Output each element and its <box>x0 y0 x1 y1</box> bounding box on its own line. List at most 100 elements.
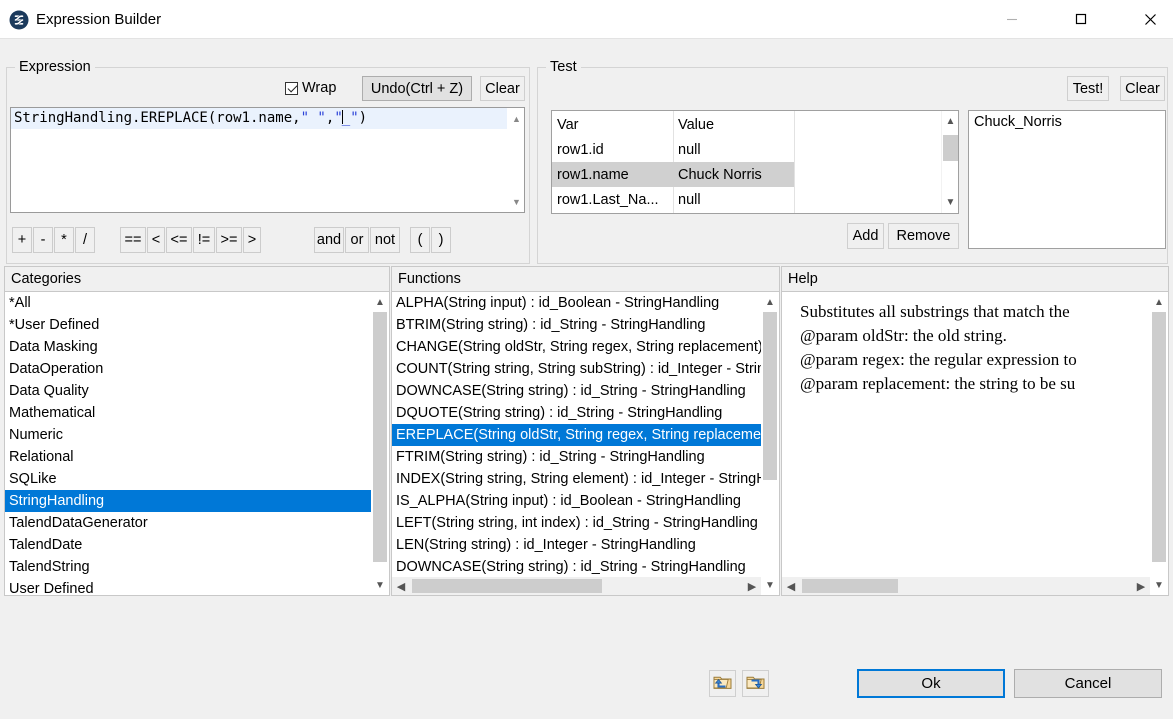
function-list-item[interactable]: DQUOTE(String string) : id_String - Stri… <box>392 402 761 424</box>
function-list-item[interactable]: LEN(String string) : id_Integer - String… <box>392 534 761 556</box>
help-horizontal-scrollbar[interactable]: ◀ ▶ <box>782 577 1150 595</box>
expression-editor[interactable]: StringHandling.EREPLACE(row1.name," ","_… <box>10 107 525 213</box>
chevron-up-icon[interactable]: ▲ <box>761 293 779 311</box>
help-text-line: @param regex: the regular expression to <box>800 348 1150 372</box>
chevron-left-icon[interactable]: ◀ <box>782 577 800 595</box>
category-list-item[interactable]: Mathematical <box>5 402 371 424</box>
chevron-up-icon[interactable]: ▲ <box>1150 293 1168 311</box>
function-list-item[interactable]: LEFT(String string, int index) : id_Stri… <box>392 512 761 534</box>
add-variable-button[interactable]: Add <box>847 223 884 249</box>
test-table-scrollbar[interactable]: ▲ ▼ <box>941 111 958 213</box>
operator-button-divide[interactable]: / <box>75 227 95 253</box>
category-list-item[interactable]: TalendString <box>5 556 371 578</box>
help-text-line: Substitutes all substrings that match th… <box>800 300 1150 324</box>
operator-button-lt[interactable]: < <box>147 227 165 253</box>
scrollbar-thumb[interactable] <box>943 135 958 161</box>
operator-button-or[interactable]: or <box>345 227 369 253</box>
chevron-right-icon[interactable]: ▶ <box>1132 577 1150 595</box>
chevron-down-icon[interactable]: ▼ <box>508 193 525 210</box>
category-list-item[interactable]: StringHandling <box>5 490 371 512</box>
operator-button-rparen[interactable]: ) <box>431 227 451 253</box>
category-list-item[interactable]: Relational <box>5 446 371 468</box>
cell-var: row1.id <box>552 142 673 158</box>
import-expressions-button[interactable] <box>709 670 736 697</box>
category-list-item[interactable]: Data Quality <box>5 380 371 402</box>
function-list-item[interactable]: COUNT(String string, String subString) :… <box>392 358 761 380</box>
category-list-item[interactable]: Data Masking <box>5 336 371 358</box>
test-variables-table[interactable]: VarValuerow1.idnullrow1.nameChuck Norris… <box>551 110 959 214</box>
category-list-item[interactable]: DataOperation <box>5 358 371 380</box>
chevron-down-icon[interactable]: ▼ <box>1150 576 1168 594</box>
undo-button[interactable]: Undo(Ctrl + Z) <box>362 76 472 101</box>
expression-suffix: ) <box>359 110 367 126</box>
functions-list[interactable]: ALPHA(String input) : id_Boolean - Strin… <box>392 292 779 595</box>
function-list-item[interactable]: DOWNCASE(String string) : id_String - St… <box>392 380 761 402</box>
scrollbar-thumb[interactable] <box>412 579 602 593</box>
categories-list[interactable]: *All*User DefinedData MaskingDataOperati… <box>5 292 389 595</box>
scrollbar-thumb[interactable] <box>763 312 777 480</box>
cell-value: null <box>673 142 794 158</box>
table-row[interactable]: row1.nameChuck Norris <box>552 162 958 187</box>
test-run-button[interactable]: Test! <box>1067 76 1109 101</box>
chevron-left-icon[interactable]: ◀ <box>392 577 410 595</box>
category-list-item[interactable]: TalendDate <box>5 534 371 556</box>
function-list-item[interactable]: CHANGE(String oldStr, String regex, Stri… <box>392 336 761 358</box>
operator-button-gte[interactable]: >= <box>216 227 242 253</box>
function-list-item[interactable]: BTRIM(String string) : id_String - Strin… <box>392 314 761 336</box>
chevron-down-icon[interactable]: ▼ <box>371 576 389 594</box>
operator-button-lte[interactable]: <= <box>166 227 192 253</box>
clear-test-button[interactable]: Clear <box>1120 76 1165 101</box>
operator-button-and[interactable]: and <box>314 227 344 253</box>
help-text-line: @param oldStr: the old string. <box>800 324 1150 348</box>
help-vertical-scrollbar[interactable]: ▲ ▼ <box>1150 292 1168 595</box>
operator-button-neq[interactable]: != <box>193 227 215 253</box>
scrollbar-thumb[interactable] <box>373 312 387 562</box>
maximize-button[interactable] <box>1058 0 1104 38</box>
scrollbar-thumb[interactable] <box>1152 312 1166 562</box>
export-expressions-button[interactable] <box>742 670 769 697</box>
function-list-item[interactable]: EREPLACE(String oldStr, String regex, St… <box>392 424 761 446</box>
category-list-item[interactable]: Numeric <box>5 424 371 446</box>
operator-button-plus[interactable]: + <box>12 227 32 253</box>
function-list-item[interactable]: ALPHA(String input) : id_Boolean - Strin… <box>392 292 761 314</box>
chevron-up-icon[interactable]: ▲ <box>942 113 959 130</box>
category-list-item[interactable]: User Defined <box>5 578 371 595</box>
chevron-up-icon[interactable]: ▲ <box>371 293 389 311</box>
functions-vertical-scrollbar[interactable]: ▲ ▼ <box>761 292 779 595</box>
chevron-down-icon[interactable]: ▼ <box>761 576 779 594</box>
clear-expression-button[interactable]: Clear <box>480 76 525 101</box>
operator-button-not[interactable]: not <box>370 227 400 253</box>
minimize-button[interactable] <box>989 0 1035 38</box>
chevron-right-icon[interactable]: ▶ <box>743 577 761 595</box>
expression-editor-scrollbar[interactable]: ▲ ▼ <box>507 108 524 212</box>
function-list-item[interactable]: FTRIM(String string) : id_String - Strin… <box>392 446 761 468</box>
wrap-checkbox[interactable]: Wrap <box>285 80 336 96</box>
category-list-item[interactable]: *User Defined <box>5 314 371 336</box>
operator-button-gt[interactable]: > <box>243 227 261 253</box>
operator-button-lparen[interactable]: ( <box>410 227 430 253</box>
category-list-item[interactable]: *All <box>5 292 371 314</box>
operator-button-minus[interactable]: - <box>33 227 53 253</box>
remove-variable-button[interactable]: Remove <box>888 223 959 249</box>
close-button[interactable] <box>1127 0 1173 38</box>
cancel-button[interactable]: Cancel <box>1014 669 1162 698</box>
table-header-row: VarValue <box>552 112 958 137</box>
ok-button[interactable]: Ok <box>857 669 1005 698</box>
operator-button-times[interactable]: * <box>54 227 74 253</box>
categories-panel: Categories *All*User DefinedData Masking… <box>4 266 390 596</box>
table-row[interactable]: row1.Last_Na...null <box>552 187 958 212</box>
chevron-down-icon[interactable]: ▼ <box>942 194 959 211</box>
categories-scrollbar[interactable]: ▲ ▼ <box>371 292 389 595</box>
cell-var: row1.Last_Na... <box>552 192 673 208</box>
operator-button-eq[interactable]: == <box>120 227 146 253</box>
function-list-item[interactable]: IS_ALPHA(String input) : id_Boolean - St… <box>392 490 761 512</box>
function-list-item[interactable]: DOWNCASE(String string) : id_String - St… <box>392 556 761 577</box>
category-list-item[interactable]: TalendDataGenerator <box>5 512 371 534</box>
expression-arg-space: " " <box>301 110 326 126</box>
table-row[interactable]: row1.idnull <box>552 137 958 162</box>
scrollbar-thumb[interactable] <box>802 579 898 593</box>
chevron-up-icon[interactable]: ▲ <box>508 110 525 127</box>
category-list-item[interactable]: SQLike <box>5 468 371 490</box>
function-list-item[interactable]: INDEX(String string, String element) : i… <box>392 468 761 490</box>
functions-horizontal-scrollbar[interactable]: ◀ ▶ <box>392 577 761 595</box>
